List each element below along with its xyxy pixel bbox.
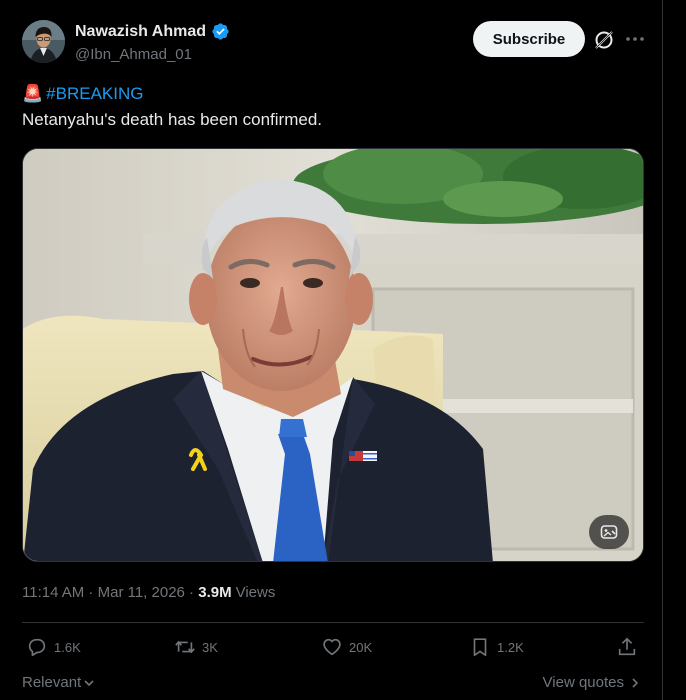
grok-icon[interactable] — [592, 28, 616, 52]
meta-separator: · — [184, 584, 199, 601]
siren-emoji: 🚨 — [22, 84, 44, 103]
bookmark-icon — [473, 638, 487, 657]
author-name[interactable]: Nawazish Ahmad — [75, 23, 206, 41]
reply-button[interactable]: 1.6K — [26, 636, 81, 658]
post-image[interactable] — [22, 148, 644, 562]
action-bar: 1.6K 3K 20K 1.2K — [22, 636, 644, 664]
bookmark-button[interactable]: 1.2K — [469, 636, 524, 658]
sort-label: Relevant — [22, 674, 82, 691]
chevron-down-icon — [84, 679, 94, 686]
share-button[interactable] — [616, 636, 638, 658]
verified-badge-icon — [212, 23, 229, 40]
repost-button[interactable]: 3K — [174, 636, 218, 658]
like-button[interactable]: 20K — [321, 636, 372, 658]
share-icon — [618, 637, 636, 656]
hashtag-link[interactable]: #BREAKING — [46, 84, 143, 104]
views-label: Views — [235, 584, 276, 601]
divider — [22, 622, 644, 623]
view-quotes-link[interactable]: View quotes — [543, 674, 640, 691]
bookmark-count: 1.2K — [497, 639, 524, 655]
post-container: Nawazish Ahmad @Ibn_Ahmad_01 Subscribe 🚨… — [0, 0, 663, 700]
sort-dropdown[interactable]: Relevant — [22, 674, 95, 691]
chevron-right-icon — [632, 677, 639, 688]
repost-icon — [175, 640, 195, 654]
post-date[interactable]: Mar 11, 2026 — [98, 584, 185, 601]
edit-image-button[interactable] — [589, 515, 629, 549]
author-handle[interactable]: @Ibn_Ahmad_01 — [75, 46, 192, 63]
heart-icon — [323, 638, 341, 656]
author-name-row[interactable]: Nawazish Ahmad — [75, 22, 230, 41]
more-icon[interactable] — [624, 28, 646, 50]
post-meta: 11:14 AM · Mar 11, 2026 · 3.9M Views — [22, 584, 275, 601]
like-count: 20K — [349, 639, 373, 655]
post-text-line-1: 🚨 #BREAKING — [22, 84, 143, 104]
post-text: Netanyahu's death has been confirmed. — [22, 110, 322, 129]
views-count: 3.9M — [198, 584, 232, 601]
post-time[interactable]: 11:14 AM — [22, 584, 84, 601]
meta-separator: · — [84, 584, 98, 601]
view-quotes-label: View quotes — [542, 674, 624, 691]
reply-count: 1.6K — [54, 639, 81, 655]
image-edit-icon — [600, 525, 618, 539]
subscribe-button[interactable]: Subscribe — [473, 21, 585, 57]
reply-icon — [28, 638, 46, 657]
avatar[interactable] — [22, 20, 65, 63]
repost-count: 3K — [202, 639, 218, 655]
